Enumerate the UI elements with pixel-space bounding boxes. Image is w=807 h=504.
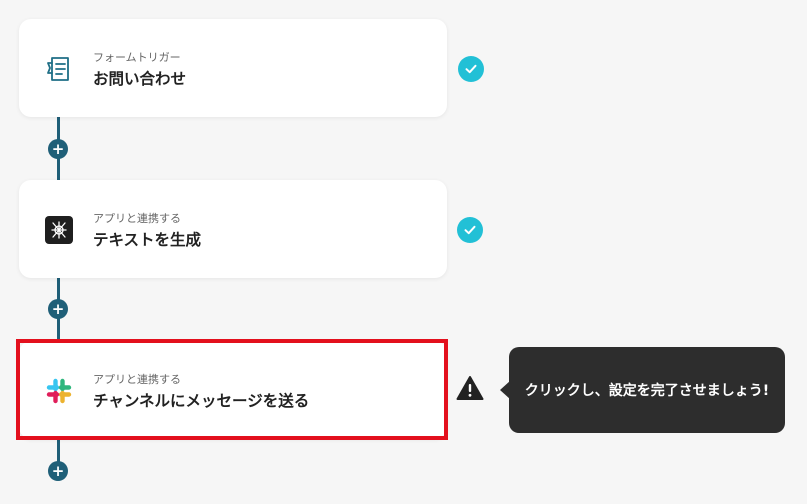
slack-icon — [44, 376, 74, 406]
tooltip: クリックし、設定を完了させましょう! — [500, 347, 785, 433]
check-icon — [458, 56, 484, 82]
ai-app-icon — [44, 215, 74, 245]
form-icon — [44, 54, 74, 84]
tooltip-text: クリックし、設定を完了させましょう! — [524, 383, 770, 399]
step-type-label: アプリと連携する — [93, 212, 181, 225]
step-type-label: アプリと連携する — [93, 373, 181, 386]
step-type-label: フォームトリガー — [93, 51, 181, 64]
tooltip-arrow — [500, 381, 510, 399]
warning-icon — [456, 375, 484, 401]
add-step-button[interactable]: + — [48, 461, 68, 481]
step-title: テキストを生成 — [93, 231, 202, 249]
add-step-button[interactable]: + — [48, 139, 68, 159]
flow-step-card-form-trigger[interactable]: フォームトリガー お問い合わせ — [19, 19, 447, 117]
step-title: お問い合わせ — [93, 70, 187, 88]
flow-step-card-send-message[interactable]: アプリと連携する チャンネルにメッセージを送る — [19, 341, 447, 439]
check-icon — [457, 217, 483, 243]
step-title: チャンネルにメッセージを送る — [93, 392, 310, 410]
add-step-button[interactable]: + — [48, 299, 68, 319]
flow-step-card-generate-text[interactable]: アプリと連携する テキストを生成 — [19, 180, 447, 278]
